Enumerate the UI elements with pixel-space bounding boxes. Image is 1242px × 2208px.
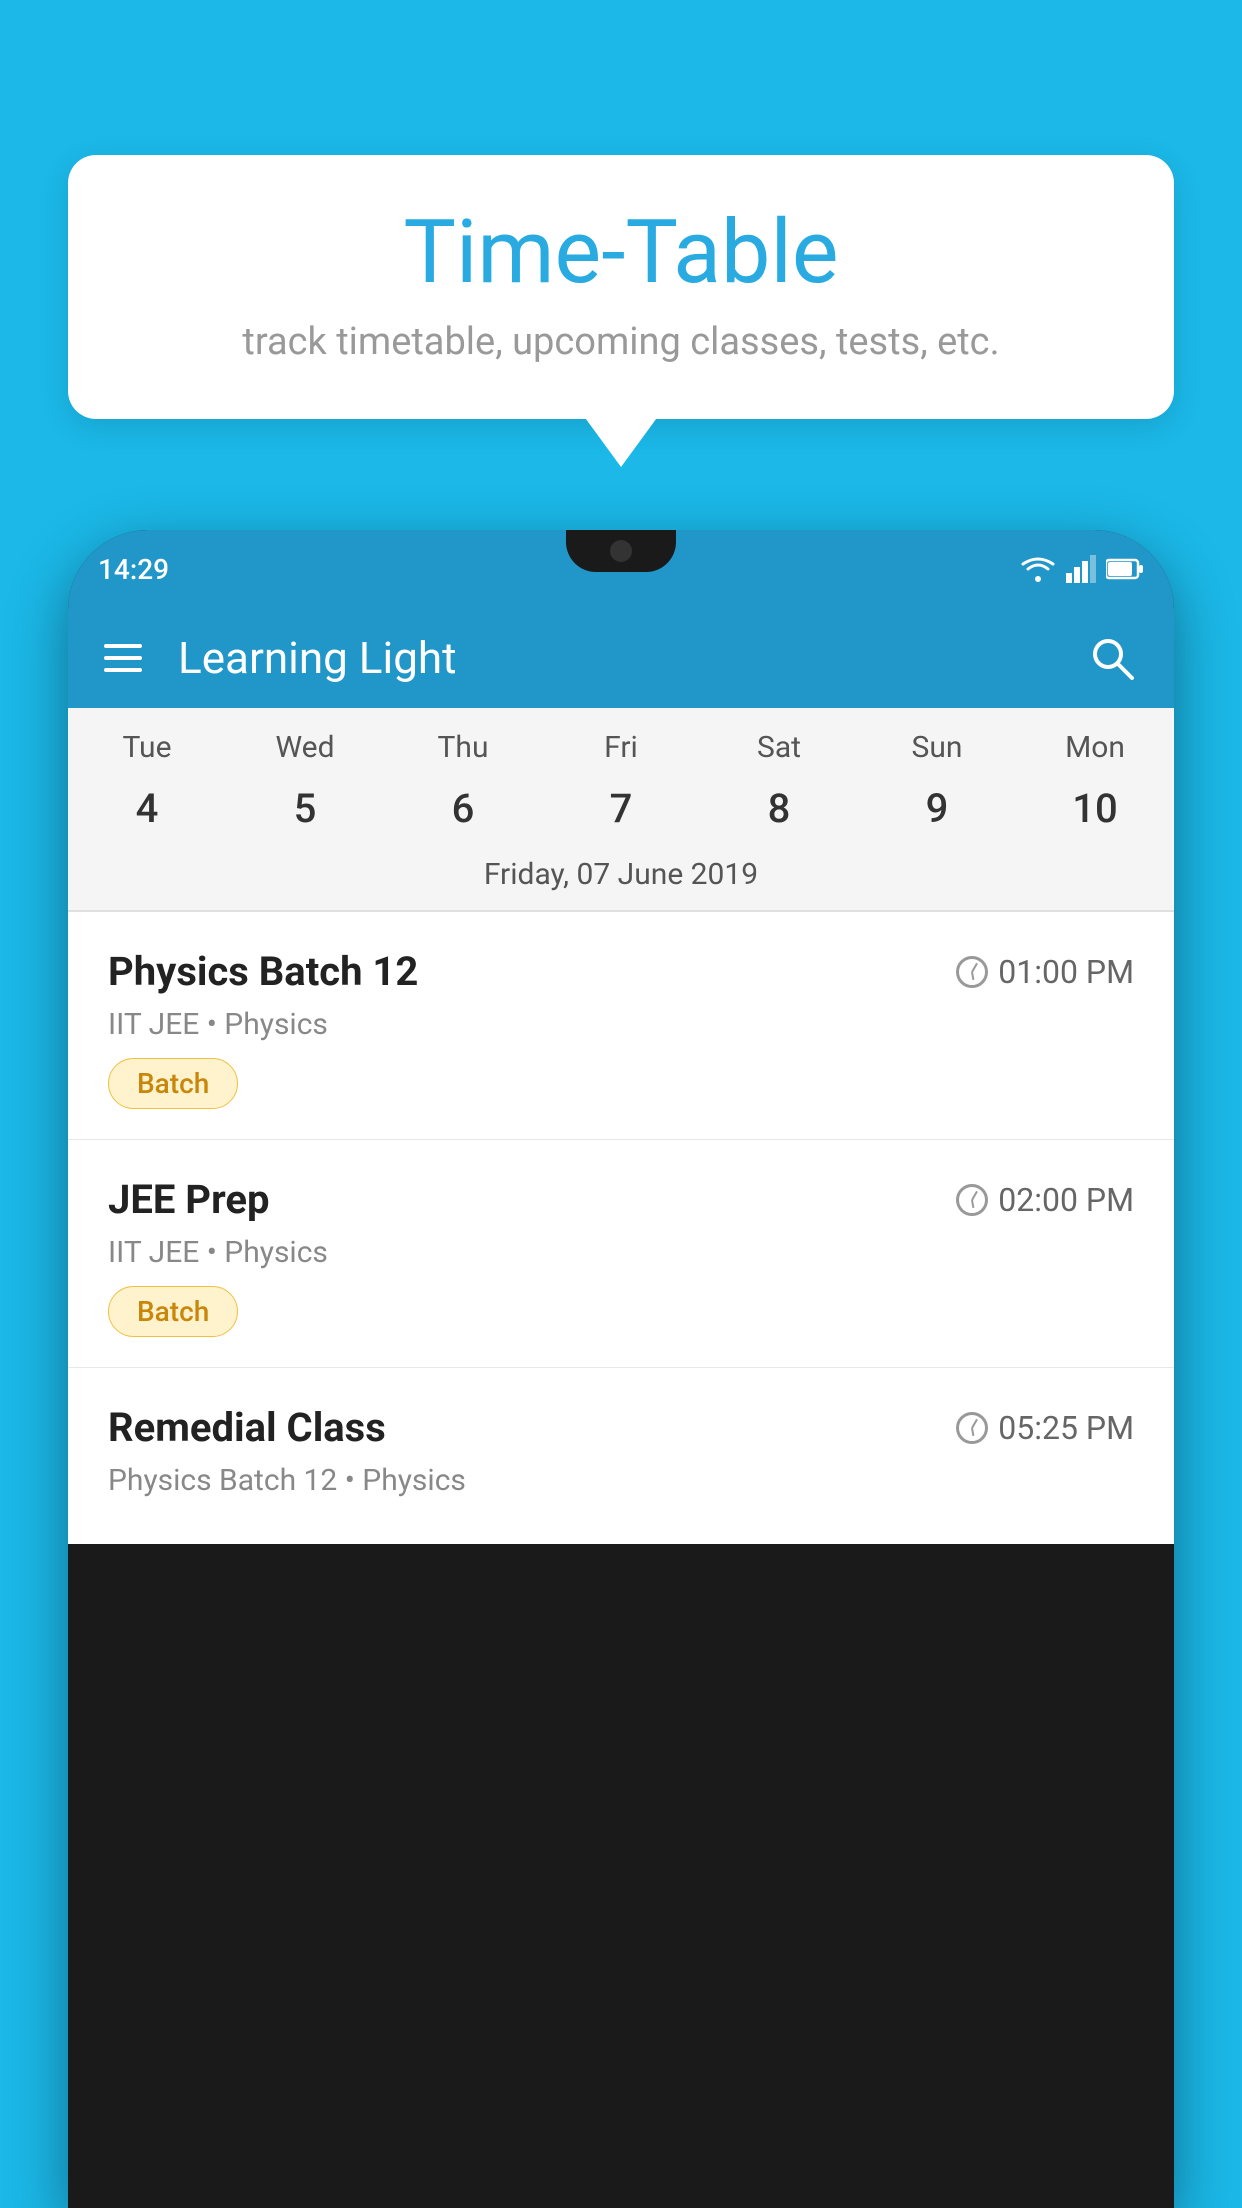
signal-icon — [1066, 555, 1096, 583]
day-5[interactable]: 5 — [226, 785, 384, 832]
day-name-mon: Mon — [1016, 730, 1174, 765]
app-header: Learning Light — [68, 608, 1174, 708]
batch-badge-0: Batch — [108, 1058, 238, 1109]
day-4[interactable]: 4 — [68, 785, 226, 832]
hamburger-menu-button[interactable] — [104, 644, 142, 672]
bubble-subtitle: track timetable, upcoming classes, tests… — [128, 320, 1114, 364]
schedule-meta-2: Physics Batch 12 • Physics — [108, 1463, 1134, 1498]
day-10[interactable]: 10 — [1016, 785, 1174, 832]
day-7[interactable]: 7 — [542, 785, 700, 832]
clock-icon-1 — [956, 1184, 988, 1216]
day-name-tue: Tue — [68, 730, 226, 765]
day-numbers-row: 4 5 6 7 8 9 10 — [68, 775, 1174, 847]
schedule-title-0: Physics Batch 12 — [108, 948, 418, 995]
day-today-6[interactable]: 6 — [452, 785, 475, 832]
day-name-sat: Sat — [700, 730, 858, 765]
wifi-icon — [1020, 555, 1056, 583]
clock-icon-0 — [956, 956, 988, 988]
schedule-item-header-1: JEE Prep 02:00 PM — [108, 1176, 1134, 1223]
schedule-item-2[interactable]: Remedial Class 05:25 PM Physics Batch 12… — [68, 1368, 1174, 1544]
day-selected-7[interactable]: 7 — [610, 785, 633, 832]
bubble-title: Time-Table — [128, 205, 1114, 302]
hamburger-line-3 — [104, 668, 142, 672]
day-name-sun: Sun — [858, 730, 1016, 765]
hamburger-line-2 — [104, 656, 142, 660]
status-bar: 14:29 — [68, 530, 1174, 608]
status-icons — [1020, 555, 1144, 583]
schedule-item-1[interactable]: JEE Prep 02:00 PM IIT JEE • Physics Batc… — [68, 1140, 1174, 1368]
status-time: 14:29 — [98, 553, 169, 586]
selected-date-label: Friday, 07 June 2019 — [68, 847, 1174, 910]
batch-badge-1: Batch — [108, 1286, 238, 1337]
speech-bubble: Time-Table track timetable, upcoming cla… — [68, 155, 1174, 419]
schedule-meta-0: IIT JEE • Physics — [108, 1007, 1134, 1042]
schedule-time-1: 02:00 PM — [956, 1181, 1134, 1219]
schedule-title-1: JEE Prep — [108, 1176, 269, 1223]
search-icon[interactable] — [1086, 632, 1138, 684]
day-name-thu: Thu — [384, 730, 542, 765]
camera-dot — [610, 540, 632, 562]
schedule-item-0[interactable]: Physics Batch 12 01:00 PM IIT JEE • Phys… — [68, 912, 1174, 1140]
day-6[interactable]: 6 — [384, 785, 542, 832]
schedule-list: Physics Batch 12 01:00 PM IIT JEE • Phys… — [68, 912, 1174, 1544]
schedule-time-text-0: 01:00 PM — [998, 953, 1134, 991]
schedule-time-0: 01:00 PM — [956, 953, 1134, 991]
app-title: Learning Light — [178, 632, 1086, 684]
hamburger-line-1 — [104, 644, 142, 648]
day-name-wed: Wed — [226, 730, 384, 765]
clock-icon-2 — [956, 1412, 988, 1444]
schedule-title-2: Remedial Class — [108, 1404, 386, 1451]
schedule-time-text-2: 05:25 PM — [998, 1409, 1134, 1447]
schedule-item-header-0: Physics Batch 12 01:00 PM — [108, 948, 1134, 995]
battery-icon — [1106, 558, 1144, 580]
schedule-time-2: 05:25 PM — [956, 1409, 1134, 1447]
schedule-item-header-2: Remedial Class 05:25 PM — [108, 1404, 1134, 1451]
day-name-fri: Fri — [542, 730, 700, 765]
schedule-time-text-1: 02:00 PM — [998, 1181, 1134, 1219]
day-9[interactable]: 9 — [858, 785, 1016, 832]
notch — [566, 530, 676, 572]
schedule-meta-1: IIT JEE • Physics — [108, 1235, 1134, 1270]
day-names-row: Tue Wed Thu Fri Sat Sun Mon — [68, 708, 1174, 775]
day-8[interactable]: 8 — [700, 785, 858, 832]
phone-frame: 14:29 — [68, 530, 1174, 2208]
calendar-section: Tue Wed Thu Fri Sat Sun Mon 4 5 6 7 8 9 … — [68, 708, 1174, 912]
